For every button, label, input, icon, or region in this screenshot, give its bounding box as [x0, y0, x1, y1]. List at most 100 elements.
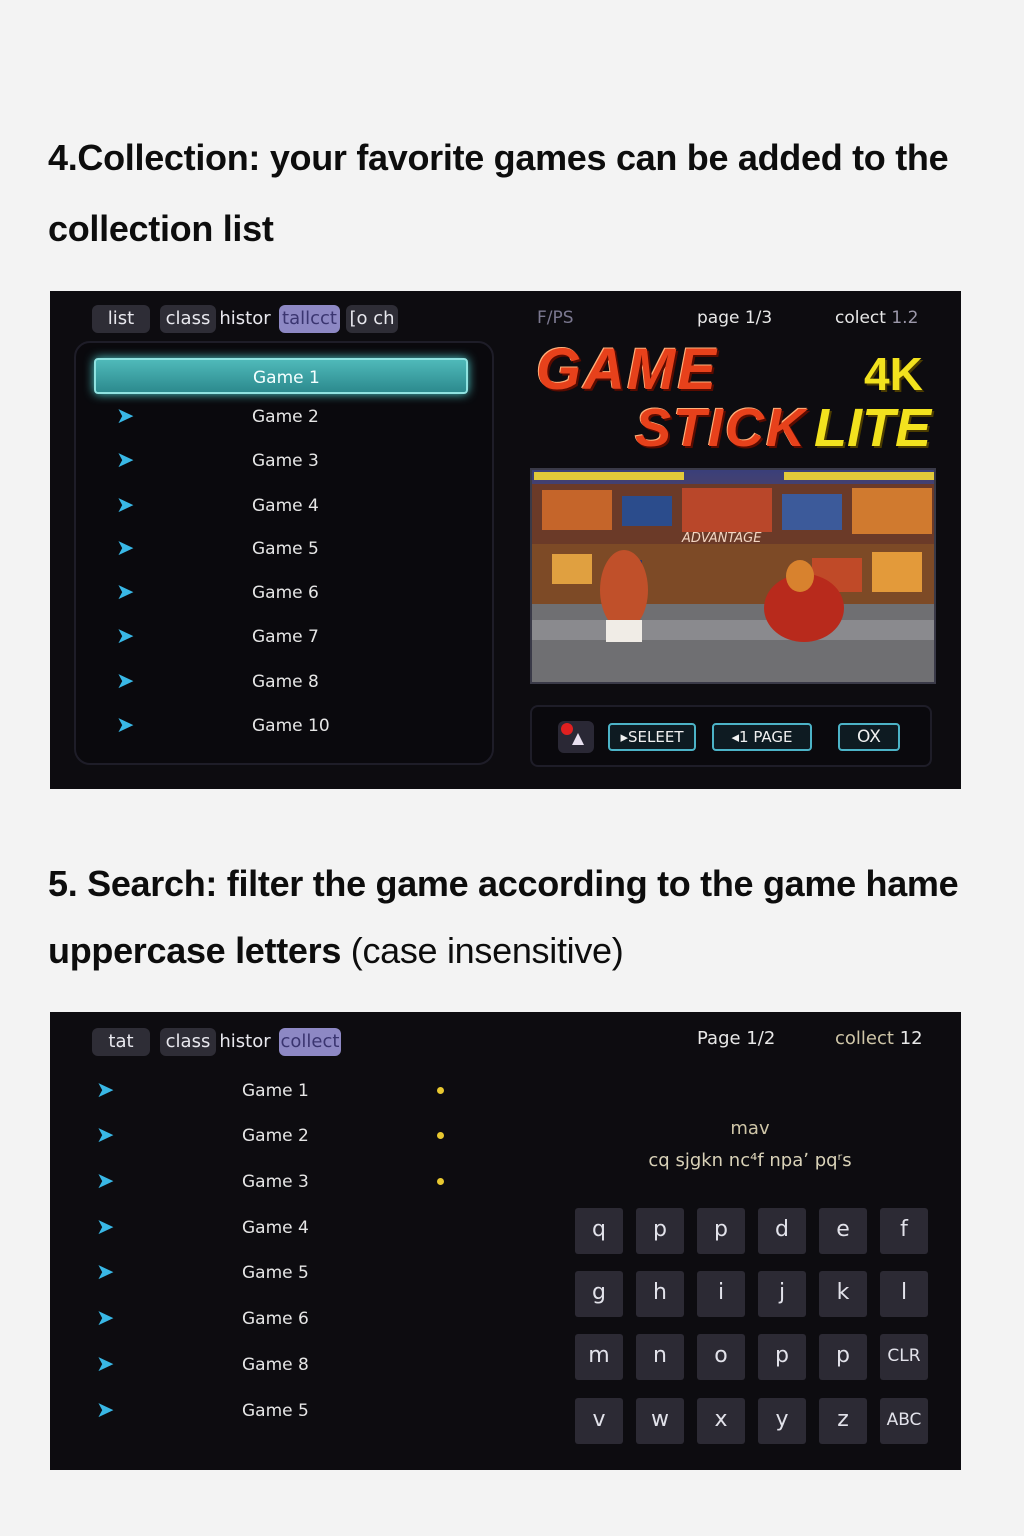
key-i[interactable]: i [697, 1271, 745, 1317]
joystick-icon [558, 721, 594, 753]
list-item[interactable]: ➤ Game 8 [116, 664, 456, 700]
game-name: Game 3 [242, 1172, 309, 1192]
logo-lite: LITE [814, 398, 931, 458]
key-k[interactable]: k [819, 1271, 867, 1317]
list-item[interactable]: ➤ Game 5 [96, 1393, 416, 1429]
collected-dot [437, 1132, 444, 1139]
arrow-icon: ➤ [116, 493, 135, 518]
key-n[interactable]: n [636, 1334, 684, 1380]
key-f[interactable]: f [880, 1208, 928, 1254]
key-p[interactable]: p [819, 1334, 867, 1380]
tab-class[interactable]: class [160, 305, 216, 333]
list-item[interactable]: ➤ Game 8 [96, 1347, 416, 1383]
list-item[interactable]: ➤ Game 3 [116, 443, 456, 479]
game-name: Game 1 [242, 1081, 309, 1101]
key-y[interactable]: y [758, 1398, 806, 1444]
page-button[interactable]: ◂1 PAGE [712, 723, 812, 751]
collected-dot [437, 1178, 444, 1185]
key-z[interactable]: z [819, 1398, 867, 1444]
game-name: Game 5 [242, 1401, 309, 1421]
search-hint: cq sjgkn nc⁴f npaʼ pqʳs [648, 1150, 852, 1171]
tab-collect[interactable]: tallcct [279, 305, 340, 333]
arrow-icon: ➤ [96, 1215, 115, 1240]
arrow-icon: ➤ [116, 624, 135, 649]
tab-list[interactable]: tat [92, 1028, 150, 1056]
list-item[interactable]: ➤ Game 5 [116, 531, 456, 567]
list-item[interactable]: ➤ Game 2 [116, 399, 456, 435]
key-e[interactable]: e [819, 1208, 867, 1254]
key-p[interactable]: p [758, 1334, 806, 1380]
game-name: Game 8 [242, 1355, 309, 1375]
list-item[interactable]: ➤ Game 4 [96, 1210, 416, 1246]
key-m[interactable]: m [575, 1334, 623, 1380]
game-name: Game 2 [242, 1126, 309, 1146]
case-toggle-key[interactable]: ABC [880, 1398, 928, 1444]
key-v[interactable]: v [575, 1398, 623, 1444]
key-p[interactable]: p [636, 1208, 684, 1254]
key-j[interactable]: j [758, 1271, 806, 1317]
logo-4k: 4K [864, 348, 923, 400]
game-name: Game 4 [252, 496, 319, 516]
key-d[interactable]: d [758, 1208, 806, 1254]
tab-collect[interactable]: collect [279, 1028, 341, 1056]
arrow-icon: ➤ [116, 669, 135, 694]
arrow-icon: ➤ [116, 713, 135, 738]
key-x[interactable]: x [697, 1398, 745, 1444]
preview-caption: ADVANTAGE [681, 531, 762, 546]
collect-label: colect [835, 308, 886, 328]
key-w[interactable]: w [636, 1398, 684, 1444]
game-name: Game 7 [252, 627, 319, 647]
section5-heading-light: (case insensitive) [350, 930, 624, 971]
list-item[interactable]: ➤ Game 7 [116, 619, 456, 655]
tab-search[interactable]: [o ch [346, 305, 398, 333]
arrow-icon: ➤ [96, 1260, 115, 1285]
game-name: Game 10 [252, 716, 330, 736]
key-q[interactable]: q [575, 1208, 623, 1254]
collected-dot [437, 1087, 444, 1094]
tab-list[interactable]: list [92, 305, 150, 333]
search-screen: tat class histor collect Page 1/2 collec… [50, 1012, 961, 1470]
game-preview: ADVANTAGE [530, 468, 936, 684]
key-o[interactable]: o [697, 1334, 745, 1380]
list-item[interactable]: ➤ Game 6 [96, 1301, 416, 1337]
page-indicator: Page 1/2 [697, 1028, 776, 1049]
tab-class[interactable]: class [160, 1028, 216, 1056]
play-icon: ▸ [620, 728, 629, 746]
list-item[interactable]: ➤ Game 6 [116, 575, 456, 611]
arrow-icon: ➤ [96, 1123, 115, 1148]
list-item[interactable]: ➤ Game 10 [116, 708, 456, 744]
game-name: Game 6 [242, 1309, 309, 1329]
list-item[interactable]: ➤ Game 2 [96, 1118, 416, 1154]
select-button[interactable]: ▸SELEET [608, 723, 696, 751]
collect-label: collect [835, 1028, 894, 1049]
list-item[interactable]: ➤ Game 4 [116, 488, 456, 524]
ok-button[interactable]: OX [838, 723, 900, 751]
key-p[interactable]: p [697, 1208, 745, 1254]
game-name: Game 3 [252, 451, 319, 471]
key-l[interactable]: l [880, 1271, 928, 1317]
arrow-icon: ➤ [116, 448, 135, 473]
section5-heading: 5. Search: filter the game according to … [48, 850, 978, 984]
game-name: Game 1 [253, 368, 320, 388]
list-item[interactable]: ➤ Game 3 [96, 1164, 416, 1200]
list-item[interactable]: Game 1 [94, 358, 468, 394]
collect-counter: colect 1.2 [835, 308, 918, 328]
arrow-icon: ➤ [116, 536, 135, 561]
genre-label: F/PS [537, 308, 574, 328]
arrow-icon: ➤ [96, 1306, 115, 1331]
logo-game: GAME [536, 337, 718, 402]
page-prev-icon: ◂ [731, 728, 740, 746]
game-name: Game 5 [252, 539, 319, 559]
list-item[interactable]: ➤ Game 1 [96, 1073, 416, 1109]
list-item[interactable]: ➤ Game 5 [96, 1255, 416, 1291]
section4-heading: 4.Collection: your favorite games can be… [48, 137, 949, 249]
fighting-game-scene: ADVANTAGE [532, 470, 934, 682]
key-h[interactable]: h [636, 1271, 684, 1317]
control-bar: ▸SELEET ◂1 PAGE OX [530, 705, 932, 767]
tab-history[interactable]: histor [216, 1028, 274, 1056]
game-name: Game 5 [242, 1263, 309, 1283]
clear-key[interactable]: CLR [880, 1334, 928, 1380]
search-query: mav [730, 1118, 770, 1139]
key-g[interactable]: g [575, 1271, 623, 1317]
tab-history[interactable]: histor [216, 305, 274, 333]
